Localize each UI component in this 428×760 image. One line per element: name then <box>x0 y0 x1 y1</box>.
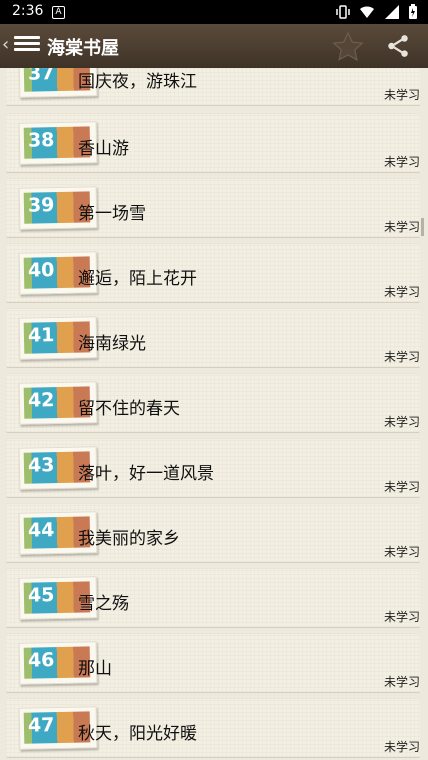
lesson-status: 未学习 <box>383 610 420 624</box>
lesson-status: 未学习 <box>383 740 420 754</box>
lesson-status: 未学习 <box>383 480 420 494</box>
lesson-item[interactable]: 42 留不住的春天 未学习 <box>6 373 420 433</box>
lesson-title: 邂逅，陌上花开 <box>78 269 197 289</box>
back-chevron-icon[interactable]: ‹ <box>2 34 9 55</box>
lesson-title: 落叶，好一道风景 <box>78 464 214 484</box>
lesson-status: 未学习 <box>383 155 420 169</box>
lesson-title: 那山 <box>78 659 112 679</box>
lesson-list[interactable]: 37 国庆夜，游珠江 未学习 38 香山游 未学习 39 第一场雪 未学习 40… <box>0 68 428 760</box>
lesson-status: 未学习 <box>383 675 420 689</box>
menu-icon[interactable] <box>14 36 40 56</box>
lesson-item[interactable]: 38 香山游 未学习 <box>6 113 420 173</box>
status-time: 2:36 <box>12 3 44 19</box>
battery-icon <box>409 4 417 19</box>
lesson-title: 香山游 <box>78 139 129 159</box>
lesson-title: 留不住的春天 <box>78 399 180 419</box>
lesson-item[interactable]: 45 雪之殇 未学习 <box>6 568 420 628</box>
wifi-icon <box>360 6 375 18</box>
lesson-status: 未学习 <box>383 285 420 299</box>
favorite-star-icon[interactable] <box>331 30 365 64</box>
lesson-title: 雪之殇 <box>78 594 129 614</box>
lesson-status: 未学习 <box>383 350 420 364</box>
lesson-item[interactable]: 41 海南绿光 未学习 <box>6 308 420 368</box>
lesson-item[interactable]: 43 落叶，好一道风景 未学习 <box>6 438 420 498</box>
lesson-status: 未学习 <box>383 220 420 234</box>
lesson-title: 秋天，阳光好暖 <box>78 724 197 744</box>
lesson-item[interactable]: 37 国庆夜，游珠江 未学习 <box>6 68 420 106</box>
lesson-item[interactable]: 40 邂逅，陌上花开 未学习 <box>6 243 420 303</box>
lesson-title: 国庆夜，游珠江 <box>78 72 197 92</box>
lesson-title: 海南绿光 <box>78 334 146 354</box>
status-bar: 2:36 A <box>0 0 428 24</box>
lesson-status: 未学习 <box>383 545 420 559</box>
share-icon[interactable] <box>385 33 411 59</box>
scrollbar-thumb[interactable] <box>421 218 424 236</box>
notification-a-icon: A <box>52 6 65 19</box>
lesson-title: 我美丽的家乡 <box>78 529 180 549</box>
status-icons <box>331 4 418 20</box>
app-bar: ‹ 海棠书屋 <box>0 24 428 68</box>
lesson-title: 第一场雪 <box>78 204 146 224</box>
lesson-item[interactable]: 46 那山 未学习 <box>6 633 420 693</box>
vibrate-icon <box>335 5 350 19</box>
lesson-item[interactable]: 47 秋天，阳光好暖 未学习 <box>6 698 420 758</box>
lesson-item[interactable]: 44 我美丽的家乡 未学习 <box>6 503 420 563</box>
signal-icon <box>384 5 399 19</box>
lesson-item[interactable]: 39 第一场雪 未学习 <box>6 178 420 238</box>
lesson-status: 未学习 <box>383 88 420 102</box>
app-title: 海棠书屋 <box>47 38 119 59</box>
lesson-status: 未学习 <box>383 415 420 429</box>
